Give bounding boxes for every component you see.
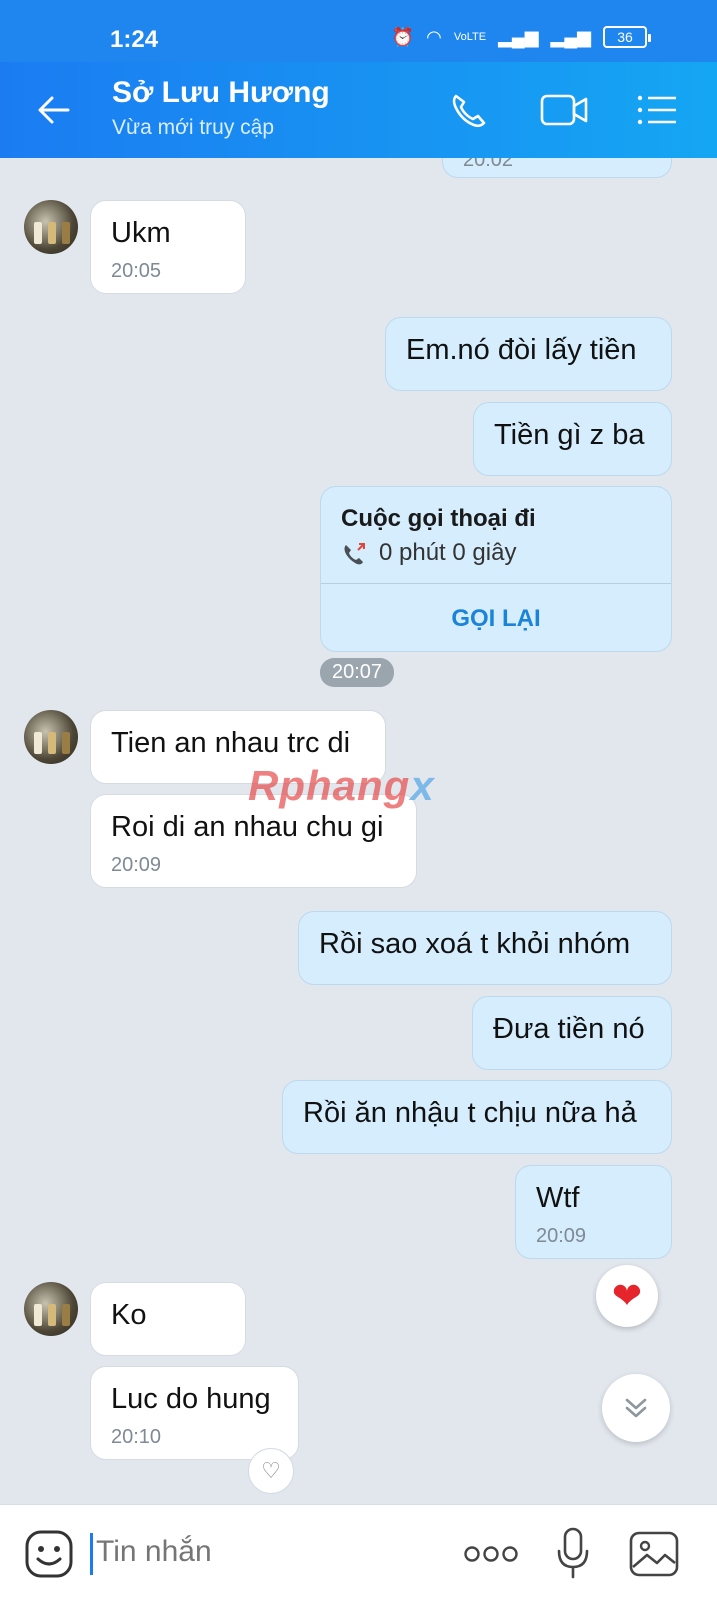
call-duration: 0 phút 0 giây (379, 539, 517, 566)
redial-button[interactable]: GỌI LẠI (321, 605, 671, 633)
alarm-icon: ⏰ (391, 26, 415, 47)
message-text: Em.nó đòi lấy tiền (406, 334, 637, 366)
message-bubble-partial[interactable]: 20:02 (442, 158, 672, 178)
message-bubble[interactable]: Rồi sao xoá t khỏi nhóm (298, 911, 672, 985)
message-text: Rồi ăn nhậu t chịu nữa hả (303, 1097, 637, 1129)
message-text: Luc do hung (111, 1383, 271, 1415)
message-bubble[interactable]: Rồi ăn nhậu t chịu nữa hả (282, 1080, 672, 1154)
message-text: Roi di an nhau chu gi (111, 811, 384, 843)
battery-icon: 36 (603, 26, 651, 48)
menu-icon[interactable] (636, 90, 680, 130)
more-dots-icon[interactable] (463, 1545, 519, 1563)
avatar[interactable] (24, 200, 78, 254)
call-title: Cuộc gọi thoại đi (341, 505, 536, 532)
watermark-main: Rphang (248, 762, 411, 809)
message-time: 20:02 (463, 158, 514, 171)
chat-header: Sở Lưu Hương Vừa mới truy cập (0, 62, 717, 158)
message-input[interactable] (96, 1535, 436, 1569)
message-time: 20:09 (536, 1225, 587, 1247)
watermark: Rphangx (248, 762, 435, 810)
message-bubble[interactable]: Ko (90, 1282, 246, 1356)
message-text: Tiền gì z ba (494, 419, 645, 451)
call-divider (321, 583, 671, 584)
wifi-icon: ◠ (426, 26, 442, 47)
message-bubble[interactable]: Em.nó đòi lấy tiền (385, 317, 672, 391)
message-bubble[interactable]: Tiền gì z ba (473, 402, 672, 476)
avatar[interactable] (24, 710, 78, 764)
status-bar: 1:24 ⏰ ◠ VoLTE ▂▄▆ ▂▄▆ 36 (0, 0, 717, 62)
message-text: Ko (111, 1299, 147, 1331)
message-text: Wtf (536, 1182, 580, 1214)
emoji-icon[interactable] (24, 1529, 74, 1579)
video-icon[interactable] (540, 90, 590, 130)
network-label: VoLTE (453, 31, 487, 43)
react-heart-outline-icon[interactable]: ♡ (248, 1448, 294, 1494)
call-card[interactable]: Cuộc gọi thoại đi 0 phút 0 giây GỌI LẠI (320, 486, 672, 652)
signal-icon: ▂▄▆ (498, 26, 539, 47)
text-caret (90, 1533, 93, 1575)
message-composer (0, 1504, 717, 1600)
battery-level: 36 (617, 29, 633, 45)
heart-react-button[interactable]: ❤ (596, 1265, 658, 1327)
message-text: Rồi sao xoá t khỏi nhóm (319, 928, 631, 960)
status-icons: ⏰ ◠ VoLTE ▂▄▆ ▂▄▆ 36 (391, 26, 651, 48)
outgoing-call-icon (344, 543, 365, 565)
message-time: 20:05 (111, 260, 162, 282)
status-time: 1:24 (110, 26, 159, 53)
message-time: 20:09 (111, 854, 162, 876)
message-text: Đưa tiền nó (493, 1013, 645, 1045)
mic-icon[interactable] (556, 1527, 590, 1579)
watermark-accent: x (410, 762, 435, 809)
message-text: Tien an nhau trc di (111, 727, 351, 759)
phone-icon[interactable] (448, 90, 492, 130)
time-chip: 20:07 (320, 658, 395, 687)
signal-icon-2: ▂▄▆ (550, 26, 591, 47)
contact-status: Vừa mới truy cập (112, 116, 275, 139)
image-icon[interactable] (629, 1531, 679, 1577)
back-arrow-icon[interactable] (36, 92, 72, 128)
message-time: 20:10 (111, 1426, 162, 1448)
message-list[interactable]: 20:02 Ukm 20:05 Em.nó đòi lấy tiền Tiền … (0, 158, 717, 1504)
avatar[interactable] (24, 1282, 78, 1336)
message-bubble[interactable]: Đưa tiền nó (472, 996, 672, 1070)
heart-icon: ❤ (611, 1275, 643, 1316)
chevron-down-icon (625, 1398, 647, 1418)
contact-name[interactable]: Sở Lưu Hương (112, 76, 330, 110)
message-bubble[interactable]: Ukm 20:05 (90, 200, 246, 294)
message-bubble[interactable]: Luc do hung 20:10 (90, 1366, 299, 1460)
scroll-down-button[interactable] (602, 1374, 670, 1442)
message-text: Ukm (111, 217, 171, 249)
message-bubble[interactable]: Wtf 20:09 (515, 1165, 672, 1259)
